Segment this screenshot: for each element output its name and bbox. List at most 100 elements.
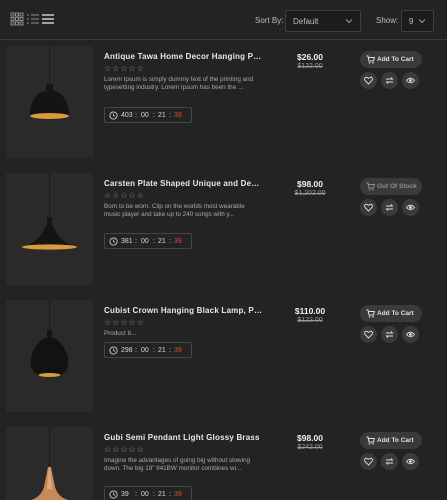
compare-icon	[385, 331, 394, 338]
quick-view-button[interactable]	[402, 453, 419, 470]
product-description: Born to be worn. Clip on the worlds most…	[104, 203, 245, 219]
product-title[interactable]: Cubist Crown Hanging Black Lamp, Penda..…	[104, 306, 262, 315]
sort-select[interactable]: Default	[285, 10, 361, 32]
countdown-hours: 00	[141, 238, 149, 245]
countdown-hours: 00	[141, 347, 149, 354]
countdown-sep: :	[153, 491, 155, 498]
out-of-stock-button[interactable]: Out Of Stock	[360, 178, 422, 195]
compare-icon	[385, 458, 394, 465]
cart-button-label: Add To Cart	[377, 56, 414, 63]
countdown-sep: :	[135, 347, 137, 354]
product-price: $26.00	[297, 52, 323, 62]
countdown-days: 298	[121, 347, 133, 354]
eye-icon	[406, 458, 415, 465]
rating-stars: ☆☆☆☆☆	[104, 318, 145, 327]
cart-button-label: Out Of Stock	[377, 183, 417, 190]
deal-countdown: 39 : 00 : 21 : 39	[104, 486, 192, 500]
quick-view-button[interactable]	[402, 199, 419, 216]
rating-stars: ☆☆☆☆☆	[104, 191, 145, 200]
countdown-sep: :	[169, 112, 171, 119]
chevron-down-icon	[345, 19, 353, 24]
product-old-price: $242.00	[297, 444, 323, 451]
countdown-sep: :	[169, 238, 171, 245]
quick-view-button[interactable]	[402, 326, 419, 343]
wishlist-button[interactable]	[360, 326, 377, 343]
compare-button[interactable]	[381, 453, 398, 470]
eye-icon	[406, 204, 415, 211]
cart-icon	[366, 182, 375, 191]
product-title[interactable]: Carsten Plate Shaped Unique and Decorati…	[104, 179, 262, 188]
product-old-price: $122.00	[297, 317, 323, 324]
add-to-cart-button[interactable]: Add To Cart	[360, 51, 422, 68]
list-view-icon[interactable]	[26, 12, 40, 26]
product-row: Cubist Crown Hanging Black Lamp, Penda..…	[6, 300, 444, 418]
show-label: Show:	[376, 16, 399, 25]
countdown-days: 403	[121, 112, 133, 119]
eye-icon	[406, 77, 415, 84]
countdown-sep: :	[169, 347, 171, 354]
product-image[interactable]	[6, 300, 93, 412]
countdown-minutes: 21	[158, 112, 166, 119]
countdown-sep: :	[135, 112, 137, 119]
product-image[interactable]	[6, 427, 93, 500]
countdown-sep: :	[135, 491, 137, 498]
deal-countdown: 403 : 00 : 21 : 39	[104, 107, 192, 123]
product-old-price: $1,202.00	[294, 190, 326, 197]
countdown-hours: 00	[141, 112, 149, 119]
countdown-seconds: 39	[174, 347, 182, 354]
heart-icon	[364, 457, 373, 466]
product-old-price: $122.00	[297, 63, 323, 70]
eye-icon	[406, 331, 415, 338]
product-title[interactable]: Antique Tawa Home Decor Hanging Penda...	[104, 52, 262, 61]
product-price: $98.00	[297, 179, 323, 189]
rating-stars: ☆☆☆☆☆	[104, 64, 145, 73]
listing-toolbar: Sort By: Default Show: 9	[0, 0, 447, 40]
sort-select-value: Default	[293, 17, 319, 26]
product-title[interactable]: Gubi Semi Pendant Light Glossy Brass	[104, 433, 262, 442]
product-price: $110.00	[294, 306, 326, 316]
show-count-select[interactable]: 9	[401, 10, 434, 32]
wishlist-button[interactable]	[360, 199, 377, 216]
product-price: $98.00	[297, 433, 323, 443]
sort-by-label: Sort By:	[255, 16, 284, 25]
cart-button-label: Add To Cart	[377, 437, 414, 444]
product-description: Imagine the advantages of going big with…	[104, 457, 250, 473]
chevron-down-icon	[418, 19, 426, 24]
compare-button[interactable]	[381, 326, 398, 343]
product-row: Gubi Semi Pendant Light Glossy Brass ☆☆☆…	[6, 427, 444, 500]
add-to-cart-button[interactable]: Add To Cart	[360, 432, 422, 449]
deal-countdown: 381 : 00 : 21 : 39	[104, 233, 192, 249]
countdown-sep: :	[135, 238, 137, 245]
cart-icon	[366, 55, 375, 64]
add-to-cart-button[interactable]: Add To Cart	[360, 305, 422, 322]
clock-icon	[109, 237, 118, 246]
countdown-sep: :	[153, 238, 155, 245]
wishlist-button[interactable]	[360, 72, 377, 89]
compare-button[interactable]	[381, 199, 398, 216]
quick-view-button[interactable]	[402, 72, 419, 89]
product-image[interactable]	[6, 46, 93, 158]
product-row: Antique Tawa Home Decor Hanging Penda...…	[6, 46, 444, 164]
wishlist-button[interactable]	[360, 453, 377, 470]
product-row: Carsten Plate Shaped Unique and Decorati…	[6, 173, 444, 291]
cart-button-label: Add To Cart	[377, 310, 414, 317]
clock-icon	[109, 111, 118, 120]
countdown-days: 39	[121, 491, 129, 498]
compact-list-view-icon[interactable]	[41, 12, 55, 26]
grid-view-icon[interactable]	[10, 12, 24, 26]
clock-icon	[109, 490, 118, 499]
countdown-minutes: 21	[158, 238, 166, 245]
countdown-days: 381	[121, 238, 133, 245]
product-image[interactable]	[6, 173, 93, 285]
compare-icon	[385, 77, 394, 84]
countdown-sep: :	[169, 491, 171, 498]
show-count-value: 9	[409, 17, 414, 26]
compare-icon	[385, 204, 394, 211]
compare-button[interactable]	[381, 72, 398, 89]
heart-icon	[364, 203, 373, 212]
product-description: Lorem Ipsum is simply dummy text of the …	[104, 76, 254, 92]
cart-icon	[366, 309, 375, 318]
countdown-minutes: 21	[158, 491, 166, 498]
clock-icon	[109, 346, 118, 355]
countdown-seconds: 39	[174, 112, 182, 119]
